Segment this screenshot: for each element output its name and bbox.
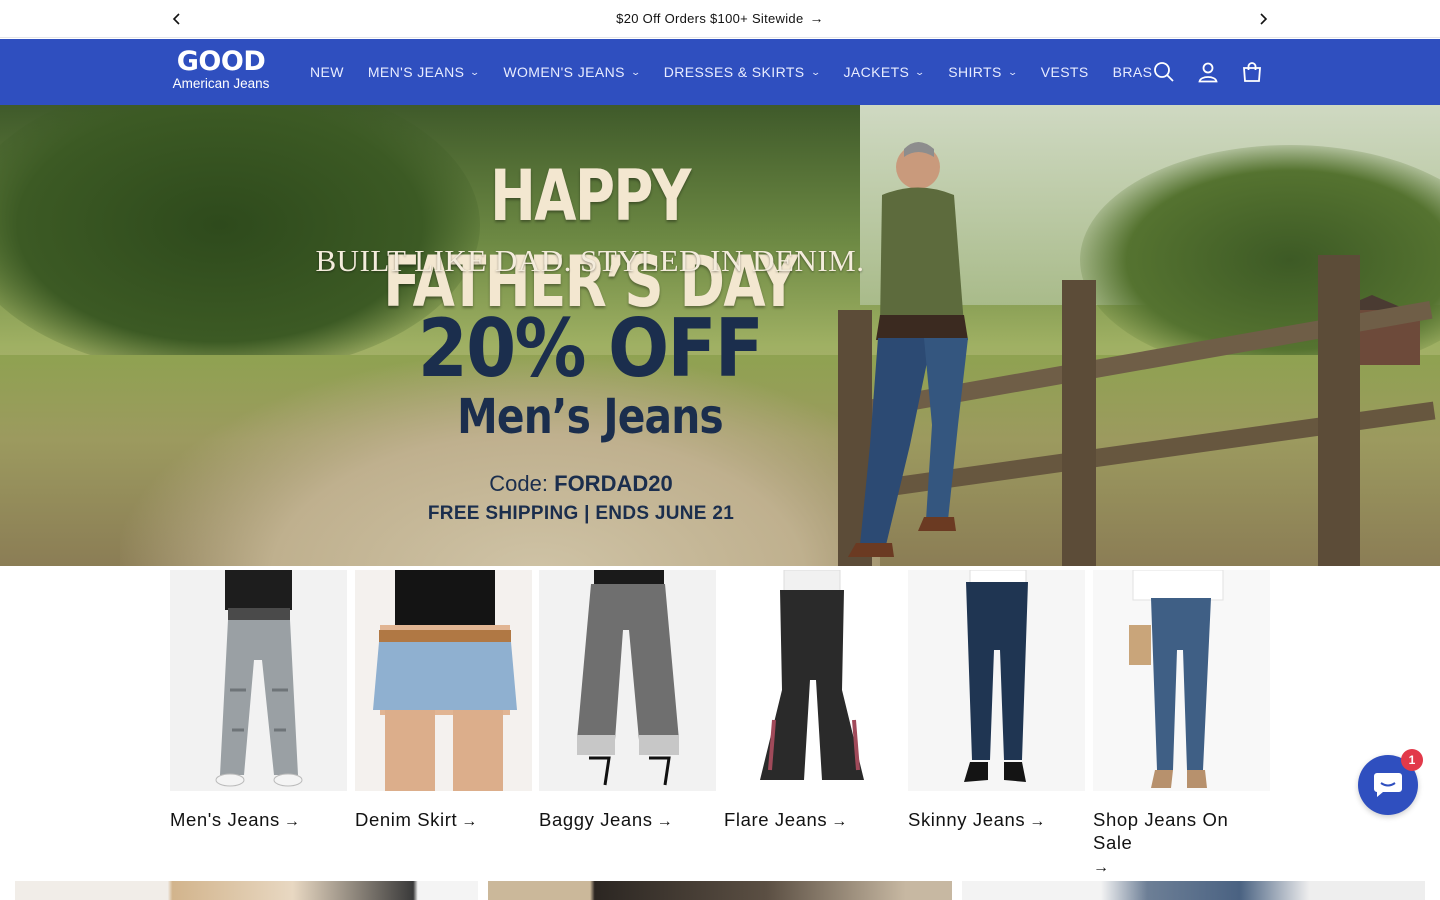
nav-label: WOMEN'S JEANS [503,64,625,80]
collection-title-text: Shop Jeans On Sale [1093,809,1229,853]
collection-title-text: Skinny Jeans [908,809,1026,830]
collection-image [1093,570,1270,791]
site-header: GOOD American Jeans NEW MEN'S JEANS ⌄ WOM… [0,39,1440,105]
arrow-right-icon: → [1093,859,1110,876]
collection-title: Shop Jeans On Sale → [1093,808,1270,879]
logo-line1: GOOD [176,46,266,77]
cart-button[interactable] [1236,56,1268,88]
collection-card-baggy-jeans[interactable]: Baggy Jeans → [539,570,716,833]
arrow-right-icon: → [461,813,478,830]
chevron-down-icon: ⌄ [469,66,481,77]
hero-code: Code: FORDAD20 [290,471,872,497]
arrow-right-icon: → [656,813,674,830]
nav-label: JACKETS [843,64,910,80]
search-button[interactable] [1148,56,1180,88]
collection-title: Men's Jeans → [170,808,347,833]
nav-item-shirts[interactable]: SHIRTS ⌄ [936,39,1028,105]
collection-card-mens-jeans[interactable]: Men's Jeans → [170,570,347,833]
header-icons [1148,56,1268,88]
arrow-right-icon: → [831,813,848,830]
collection-card-flare-jeans[interactable]: Flare Jeans → [724,570,901,833]
collection-title-text: Flare Jeans [724,809,828,830]
hero-code-label: Code: [489,471,555,496]
arrow-right-icon: → [809,10,824,26]
account-icon [1198,62,1218,83]
collection-image [355,570,532,791]
collection-card-jeans-on-sale[interactable]: Shop Jeans On Sale → [1093,570,1270,879]
fence-post [1318,255,1360,566]
logo[interactable]: GOOD American Jeans [170,48,272,96]
hero-discount: 20% OFF [417,302,764,395]
hero-code-value: FORDAD20 [554,471,673,496]
nav-item-dresses-skirts[interactable]: DRESSES & SKIRTS ⌄ [652,39,832,105]
collection-title-text: Baggy Jeans [539,809,653,830]
arrow-right-icon: → [1029,813,1046,830]
collection-card-denim-skirt[interactable]: Denim Skirt → [355,570,532,833]
chat-button[interactable]: 1 [1358,749,1423,815]
nav-item-vests[interactable]: VESTS [1029,39,1101,105]
collection-image [170,570,347,791]
cart-icon [1243,62,1261,82]
chevron-down-icon: ⌄ [809,66,822,77]
hero-model-image [848,142,968,557]
chevron-down-icon: ⌄ [914,66,926,77]
nav-label: DRESSES & SKIRTS [663,64,805,80]
hero-product: Men’s Jeans [457,389,724,445]
promo-banner-2[interactable] [488,881,952,900]
nav-label: BRAS [1112,64,1153,80]
announcement-next-button[interactable] [1253,9,1273,29]
promo-banners [15,881,1425,900]
nav-item-mens-jeans[interactable]: MEN'S JEANS ⌄ [356,39,492,105]
chevron-right-icon [1260,13,1268,25]
hero-banner[interactable]: HAPPY FATHER’S DAY BUILT LIKE DAD. STYLE… [0,105,1440,566]
collection-card-skinny-jeans[interactable]: Skinny Jeans → [908,570,1085,833]
nav-label: NEW [310,64,344,80]
main-nav: NEW MEN'S JEANS ⌄ WOMEN'S JEANS ⌄ DRESSES … [298,39,1164,105]
nav-label: VESTS [1040,64,1089,80]
chat-icon [1374,773,1402,797]
collection-grid: Men's Jeans → Denim Skirt → Baggy Jeans … [170,570,1270,876]
nav-item-new[interactable]: NEW [298,39,356,105]
collection-title-text: Denim Skirt [355,809,458,830]
chat-notification-badge: 1 [1401,749,1423,771]
chevron-down-icon: ⌄ [630,66,642,77]
promo-banner-3[interactable] [962,881,1425,900]
collection-title-text: Men's Jeans [170,809,280,830]
account-button[interactable] [1192,56,1224,88]
nav-label: SHIRTS [948,64,1002,80]
search-icon [1154,62,1174,82]
hero-shipping: FREE SHIPPING | ENDS JUNE 21 [427,503,735,524]
arrow-right-icon: → [283,813,301,830]
nav-item-womens-jeans[interactable]: WOMEN'S JEANS ⌄ [491,39,651,105]
announcement-bar: $20 Off Orders $100+ Sitewide → [0,0,1440,38]
announcement-link[interactable]: $20 Off Orders $100+ Sitewide → [0,10,1440,26]
fence-post [1062,280,1096,566]
collection-title: Denim Skirt → [355,808,532,833]
hero-headline: HAPPY FATHER’S DAY [383,155,798,323]
collection-image [908,570,1085,791]
promo-banner-1[interactable] [15,881,478,900]
nav-label: MEN'S JEANS [367,64,465,80]
collection-image [724,570,901,791]
logo-line2: American Jeans [172,76,270,91]
hero-subheadline: BUILT LIKE DAD. STYLED IN DENIM. [315,243,865,278]
nav-item-jackets[interactable]: JACKETS ⌄ [831,39,936,105]
collection-title: Flare Jeans → [724,808,901,833]
announcement-text: $20 Off Orders $100+ Sitewide [616,11,804,26]
collection-title: Skinny Jeans → [908,808,1085,833]
collection-title: Baggy Jeans → [539,808,716,833]
chevron-down-icon: ⌄ [1007,66,1019,77]
collection-image [539,570,716,791]
